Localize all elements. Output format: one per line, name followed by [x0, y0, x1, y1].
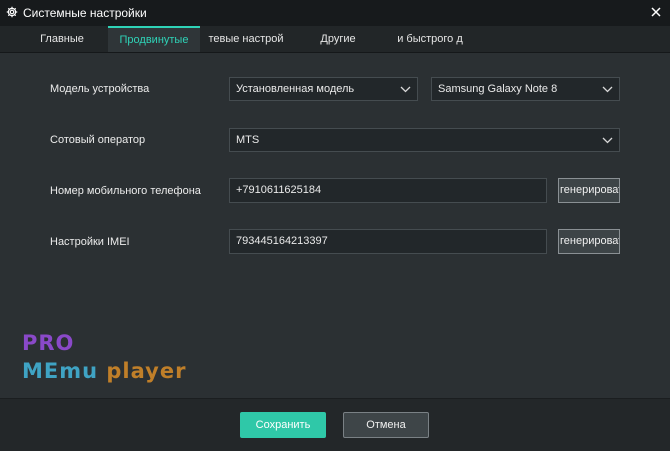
tab-advanced[interactable]: Продвинутые — [108, 26, 200, 52]
watermark-pro: PRO — [22, 331, 75, 355]
cancel-button[interactable]: Отмена — [343, 412, 429, 438]
tab-bar: Главные Продвинутые тевые настрой Другие… — [0, 26, 670, 53]
tab-shortcuts[interactable]: и быстрого д — [390, 26, 470, 52]
imei-input[interactable]: 793445164213397 — [229, 229, 547, 254]
chevron-down-icon — [400, 86, 411, 93]
window-title: Системные настройки — [23, 6, 147, 20]
title-bar: Системные настройки — [0, 0, 670, 26]
device-model-type-select[interactable]: Установленная модель — [229, 77, 418, 101]
phone-input[interactable]: +7910611625184 — [229, 178, 547, 203]
imei-label: Настройки IMEI — [50, 236, 130, 248]
tab-other[interactable]: Другие — [298, 26, 378, 52]
device-model-type-value: Установленная модель — [236, 83, 355, 95]
footer-bar — [0, 398, 670, 451]
generate-imei-button[interactable]: генерироват — [558, 229, 620, 254]
device-model-select[interactable]: Samsung Galaxy Note 8 — [431, 77, 620, 101]
gear-icon — [6, 6, 18, 18]
carrier-select[interactable]: MTS — [229, 128, 620, 152]
chevron-down-icon — [602, 86, 613, 93]
watermark-memu: MEmu — [22, 359, 99, 383]
close-icon — [651, 6, 661, 20]
watermark-memu-player: MEmu player — [22, 359, 186, 383]
settings-window: Системные настройки Главные Продвинутые … — [0, 0, 670, 451]
generate-phone-button[interactable]: генерироват — [558, 178, 620, 203]
phone-label: Номер мобильного телефона — [50, 185, 201, 197]
carrier-label: Сотовый оператор — [50, 134, 146, 146]
carrier-value: MTS — [236, 134, 260, 146]
watermark-player: player — [106, 359, 187, 383]
close-button[interactable] — [646, 3, 666, 23]
chevron-down-icon — [602, 137, 613, 144]
device-model-value: Samsung Galaxy Note 8 — [438, 83, 558, 95]
tab-network[interactable]: тевые настрой — [206, 26, 286, 52]
device-model-label: Модель устройства — [50, 83, 150, 95]
save-button[interactable]: Сохранить — [240, 412, 326, 438]
tab-main[interactable]: Главные — [22, 26, 102, 52]
